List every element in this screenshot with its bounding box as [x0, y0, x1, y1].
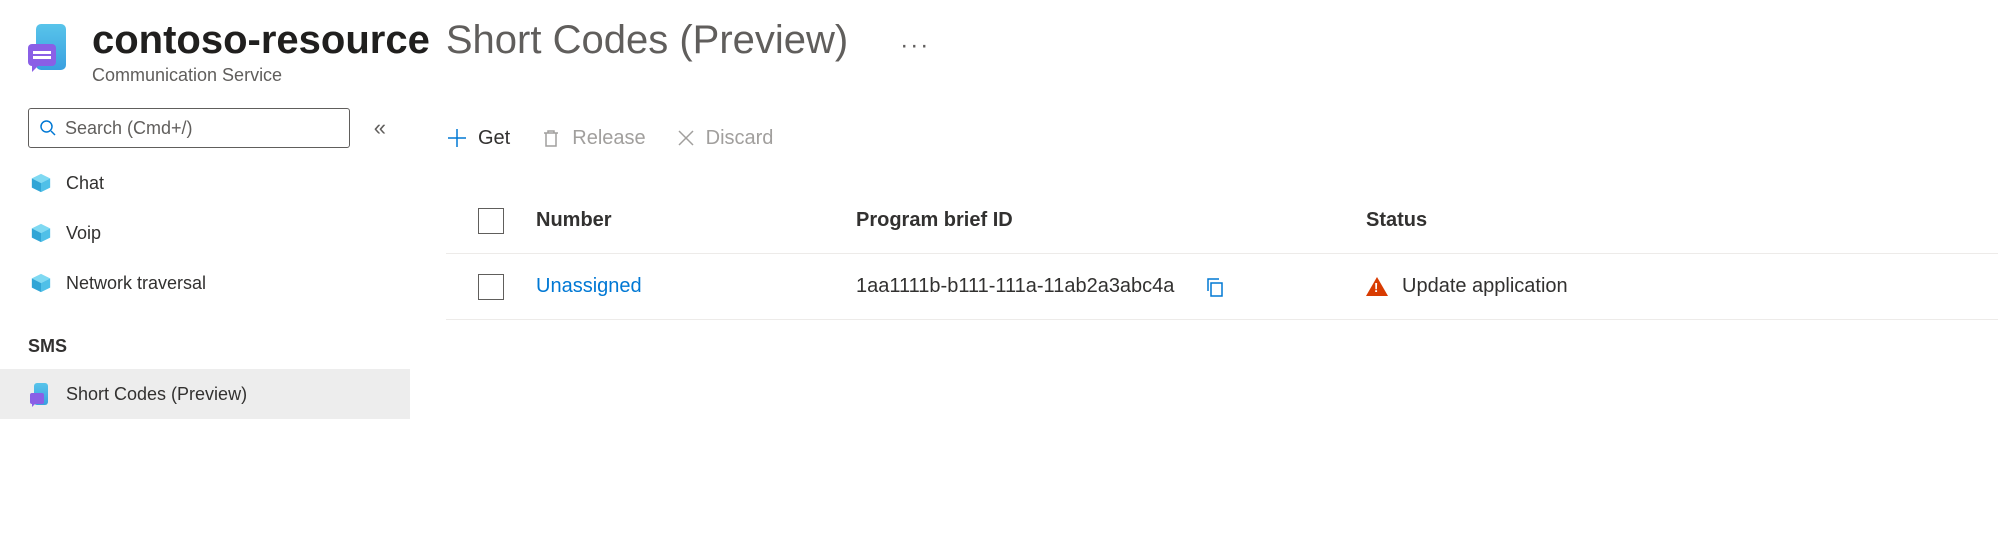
release-button: Release [540, 127, 645, 150]
sidebar-item-short-codes[interactable]: Short Codes (Preview) [0, 369, 410, 419]
number-link[interactable]: Unassigned [536, 275, 642, 297]
discard-button: Discard [676, 127, 774, 150]
close-icon [676, 128, 696, 148]
sidebar-item-label: Short Codes (Preview) [66, 384, 247, 405]
program-brief-id: 1aa1111b-b111-111a-11ab2a3abc4a [856, 275, 1174, 298]
table-header: Number Program brief ID Status [446, 188, 1998, 254]
sidebar-item-network-traversal[interactable]: Network traversal [0, 258, 410, 308]
column-header-program-brief-id[interactable]: Program brief ID [856, 209, 1366, 232]
short-codes-table: Number Program brief ID Status Unassigne… [446, 188, 1998, 320]
select-all-checkbox[interactable] [478, 208, 504, 234]
resource-icon [28, 24, 74, 70]
sidebar-item-label: Voip [66, 223, 101, 244]
sidebar-search[interactable] [28, 108, 350, 148]
plus-icon [446, 127, 468, 149]
status-text: Update application [1402, 275, 1568, 298]
sidebar-section-sms: SMS [0, 308, 410, 369]
copy-icon[interactable] [1204, 276, 1226, 298]
sidebar-item-voip[interactable]: Voip [0, 208, 410, 258]
release-button-label: Release [572, 127, 645, 150]
short-codes-icon [30, 383, 52, 405]
get-button-label: Get [478, 127, 510, 150]
resource-name: contoso-resource [92, 18, 430, 63]
column-header-status[interactable]: Status [1366, 209, 1998, 232]
trash-icon [540, 127, 562, 149]
column-header-number[interactable]: Number [536, 209, 856, 232]
collapse-sidebar-button[interactable]: « [368, 109, 392, 147]
warning-icon [1366, 277, 1388, 296]
cube-icon [30, 272, 52, 294]
search-icon [39, 119, 57, 137]
cube-icon [30, 222, 52, 244]
get-button[interactable]: Get [446, 127, 510, 150]
more-actions-button[interactable]: ··· [900, 32, 930, 60]
table-row: Unassigned 1aa1111b-b111-111a-11ab2a3abc… [446, 254, 1998, 320]
sidebar-item-chat[interactable]: Chat [0, 158, 410, 208]
row-checkbox[interactable] [478, 274, 504, 300]
sidebar: « Chat Voip [0, 94, 410, 419]
discard-button-label: Discard [706, 127, 774, 150]
sidebar-item-label: Network traversal [66, 273, 206, 294]
sidebar-item-label: Chat [66, 173, 104, 194]
toolbar: Get Release Discard [446, 114, 1998, 162]
cube-icon [30, 172, 52, 194]
resource-type-label: Communication Service [92, 65, 930, 86]
page-title: Short Codes (Preview) [446, 18, 848, 63]
search-input[interactable] [57, 118, 339, 139]
